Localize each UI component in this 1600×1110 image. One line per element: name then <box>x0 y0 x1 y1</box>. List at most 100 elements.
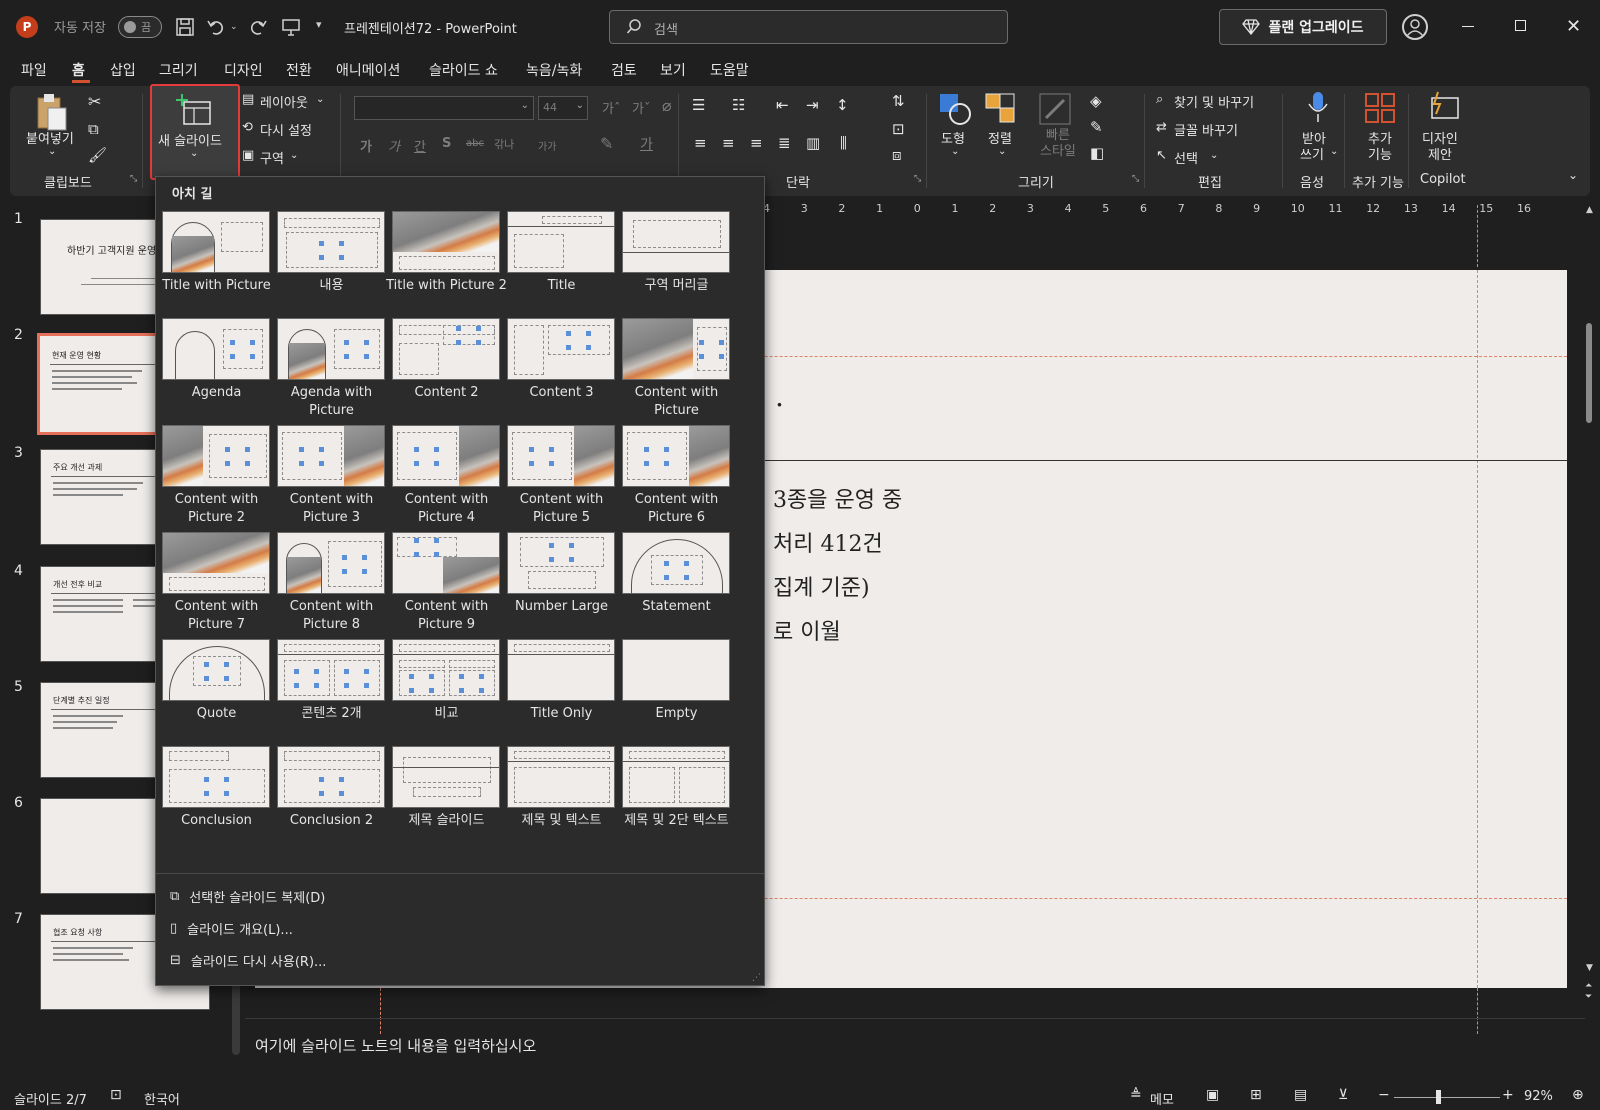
select-button[interactable]: 선택 <box>1174 148 1198 167</box>
char-spacing-icon[interactable]: 갂나 <box>494 136 514 152</box>
distribute-icon[interactable]: ▥ <box>806 134 820 152</box>
addins-icon[interactable] <box>1364 92 1396 124</box>
tab-draw[interactable]: 그리기 <box>159 60 198 80</box>
layout-option[interactable]: Title Only <box>507 639 616 745</box>
strikethrough-icon[interactable]: abc <box>466 138 484 149</box>
zoom-slider-thumb[interactable] <box>1436 1090 1441 1104</box>
tab-record[interactable]: 녹음/녹화 <box>526 60 582 80</box>
section-dropdown-icon[interactable]: ⌄ <box>290 150 298 161</box>
layout-option[interactable]: Content with Picture 4 <box>392 425 501 531</box>
font-size-combo[interactable]: 44 ⌄ <box>538 96 588 120</box>
layout-option[interactable]: Agenda with Picture <box>277 318 386 424</box>
tab-insert[interactable]: 삽입 <box>110 60 136 80</box>
shadow-icon[interactable]: S <box>442 136 451 151</box>
zoom-out-icon[interactable]: − <box>1378 1087 1390 1103</box>
smartart-icon[interactable]: ⧈ <box>892 146 902 164</box>
customize-qat-icon[interactable]: ▾ <box>316 18 322 31</box>
close-icon[interactable]: ✕ <box>1566 16 1581 37</box>
find-replace-button[interactable]: 찾기 및 바꾸기 <box>1174 92 1254 111</box>
slideshow-view-icon[interactable]: ⊻ <box>1338 1087 1348 1103</box>
change-case-icon[interactable]: 가가 <box>538 138 556 153</box>
line-spacing-icon[interactable]: ↕ <box>836 96 849 114</box>
layout-option[interactable]: Title with Picture 2 <box>386 211 507 317</box>
dictate-label-2[interactable]: 쓰기 <box>1300 144 1324 163</box>
align-right-icon[interactable]: ≡ <box>750 134 763 152</box>
decrease-indent-icon[interactable]: ⇤ <box>776 96 789 114</box>
accessibility-icon[interactable]: ⊡ <box>110 1087 122 1103</box>
bold-icon[interactable]: 가 <box>360 136 372 155</box>
layout-option[interactable]: Empty <box>622 639 731 745</box>
layout-option[interactable]: Content 2 <box>392 318 501 424</box>
shapes-dropdown-icon[interactable]: ⌄ <box>951 146 959 157</box>
language-indicator[interactable]: 한국어 <box>144 1089 180 1108</box>
drawing-launcher-icon[interactable]: ⤡ <box>1132 174 1139 184</box>
notes-toggle[interactable]: 메모 <box>1150 1089 1174 1108</box>
layout-option[interactable]: Agenda <box>162 318 271 424</box>
zoom-in-icon[interactable]: + <box>1502 1087 1514 1103</box>
tab-view[interactable]: 보기 <box>660 60 686 80</box>
align-left-icon[interactable]: ≡ <box>694 134 707 152</box>
layout-button[interactable]: 레이아웃 <box>260 92 308 111</box>
section-button[interactable]: 구역 <box>260 148 284 167</box>
text-direction-icon[interactable]: ⇅ <box>892 92 905 110</box>
designer-icon[interactable] <box>1428 90 1462 124</box>
save-icon[interactable] <box>174 16 196 38</box>
layout-option[interactable]: Number Large <box>507 532 616 638</box>
paste-icon[interactable] <box>34 92 70 132</box>
layout-option[interactable]: 내용 <box>277 211 386 317</box>
layout-icon[interactable]: ▤ <box>242 92 254 107</box>
designer-label-2[interactable]: 제안 <box>1428 144 1452 163</box>
undo-dropdown-icon[interactable]: ⌄ <box>230 22 238 32</box>
layout-option[interactable]: Content with Picture <box>622 318 731 424</box>
search-box[interactable]: 검색 <box>609 10 1008 44</box>
shape-effects-icon[interactable]: ◧ <box>1090 144 1104 162</box>
layout-option[interactable]: Content with Picture 9 <box>392 532 501 638</box>
paste-dropdown-icon[interactable]: ⌄ <box>48 146 56 157</box>
section-icon[interactable]: ▣ <box>242 148 254 163</box>
reuse-slides-command[interactable]: ⊟ 슬라이드 다시 사용(R)... <box>170 951 326 970</box>
microphone-icon[interactable] <box>1306 90 1330 124</box>
layout-option[interactable]: Content with Picture 8 <box>277 532 386 638</box>
highlight-icon[interactable]: ✎ <box>600 134 613 153</box>
normal-view-icon[interactable]: ▣ <box>1206 1087 1219 1103</box>
scroll-down-icon[interactable]: ▼ <box>1586 963 1593 973</box>
clipboard-launcher-icon[interactable]: ⤡ <box>130 174 137 184</box>
slide-outline-command[interactable]: ▯ 슬라이드 개요(L)... <box>170 919 293 938</box>
arrange-button[interactable]: 정렬 <box>988 128 1012 147</box>
bullets-icon[interactable]: ☰ <box>692 96 705 114</box>
font-color-icon[interactable]: 가 <box>640 134 653 154</box>
layout-option[interactable]: Content with Picture 6 <box>622 425 731 531</box>
format-painter-icon[interactable]: 🖌 <box>88 146 107 164</box>
tab-help[interactable]: 도움말 <box>710 60 749 80</box>
layout-option[interactable]: 제목 및 텍스트 <box>507 746 616 852</box>
paste-button[interactable]: 붙여넣기 <box>26 128 74 147</box>
increase-indent-icon[interactable]: ⇥ <box>806 96 819 114</box>
autosave-toggle[interactable]: 끔 <box>118 16 162 38</box>
shapes-icon[interactable] <box>938 92 972 126</box>
select-dropdown-icon[interactable]: ⌄ <box>1210 150 1218 161</box>
zoom-level[interactable]: 92% <box>1524 1089 1553 1104</box>
tab-slideshow[interactable]: 슬라이드 쇼 <box>429 60 498 80</box>
reset-icon[interactable]: ⟲ <box>242 120 253 135</box>
notes-pane[interactable]: 여기에 슬라이드 노트의 내용을 입력하십시오 <box>255 1035 1555 1065</box>
tab-file[interactable]: 파일 <box>21 60 47 80</box>
undo-icon[interactable] <box>205 16 227 38</box>
paragraph-launcher-icon[interactable]: ⤡ <box>914 174 921 184</box>
layout-option[interactable]: Content with Picture 5 <box>507 425 616 531</box>
layout-option[interactable]: Title with Picture <box>162 211 271 317</box>
tab-design[interactable]: 디자인 <box>224 60 263 80</box>
present-icon[interactable] <box>280 16 302 38</box>
layout-option[interactable]: Conclusion <box>162 746 271 852</box>
clear-format-icon[interactable]: ⌀ <box>662 96 672 115</box>
prev-next-slide-icon[interactable]: ⏶ ⏷ <box>1585 981 1592 1003</box>
decrease-font-icon[interactable]: 가ˇ <box>632 98 650 117</box>
align-center-icon[interactable]: ≡ <box>722 134 735 152</box>
layout-option[interactable]: 비교 <box>392 639 501 745</box>
slide-sorter-icon[interactable]: ⊞ <box>1250 1087 1262 1103</box>
scroll-up-icon[interactable]: ▲ <box>1586 205 1593 215</box>
reading-view-icon[interactable]: ▤ <box>1294 1087 1307 1103</box>
resize-grip-icon[interactable]: ⋰ <box>752 973 761 983</box>
upgrade-plan-button[interactable]: 플랜 업그레이드 <box>1219 9 1387 45</box>
layout-option[interactable]: Title <box>507 211 616 317</box>
maximize-icon[interactable] <box>1515 20 1526 31</box>
